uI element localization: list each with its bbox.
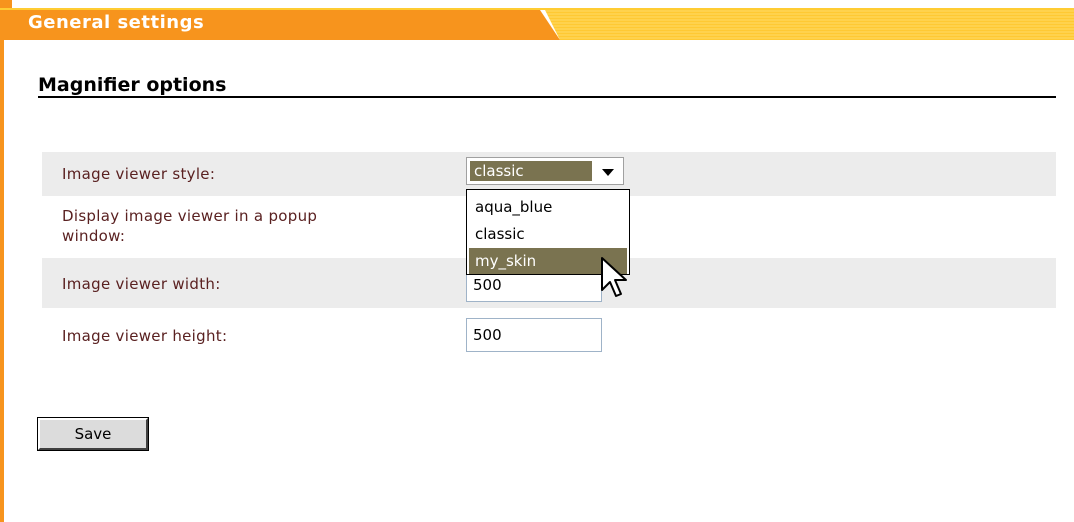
dropdown-option-aqua-blue[interactable]: aqua_blue bbox=[469, 194, 627, 220]
viewer-height-label: Image viewer height: bbox=[62, 327, 228, 345]
viewer-style-label: Image viewer style: bbox=[62, 165, 216, 183]
dropdown-option-classic[interactable]: classic bbox=[469, 221, 627, 247]
section-divider bbox=[38, 96, 1056, 98]
panel-inner-edge bbox=[4, 40, 12, 522]
viewer-style-selected-value: classic bbox=[470, 161, 592, 181]
chevron-down-icon bbox=[602, 169, 614, 176]
save-button[interactable]: Save bbox=[37, 417, 149, 451]
popup-label-line1: Display image viewer in a popup bbox=[62, 207, 318, 225]
popup-label: Display image viewer in a popup window: bbox=[62, 206, 317, 246]
header-stripe bbox=[545, 10, 1074, 40]
section-title: Magnifier options bbox=[38, 74, 227, 96]
arrow-cursor-icon bbox=[601, 257, 627, 297]
viewer-style-select[interactable]: classic bbox=[466, 157, 624, 185]
settings-panel: General settings Magnifier options Image… bbox=[0, 0, 1074, 522]
viewer-height-input[interactable]: 500 bbox=[466, 318, 602, 352]
viewer-width-label: Image viewer width: bbox=[62, 275, 221, 293]
panel-title: General settings bbox=[28, 12, 205, 33]
dropdown-button[interactable] bbox=[595, 160, 621, 182]
popup-label-line2: window: bbox=[62, 227, 126, 245]
